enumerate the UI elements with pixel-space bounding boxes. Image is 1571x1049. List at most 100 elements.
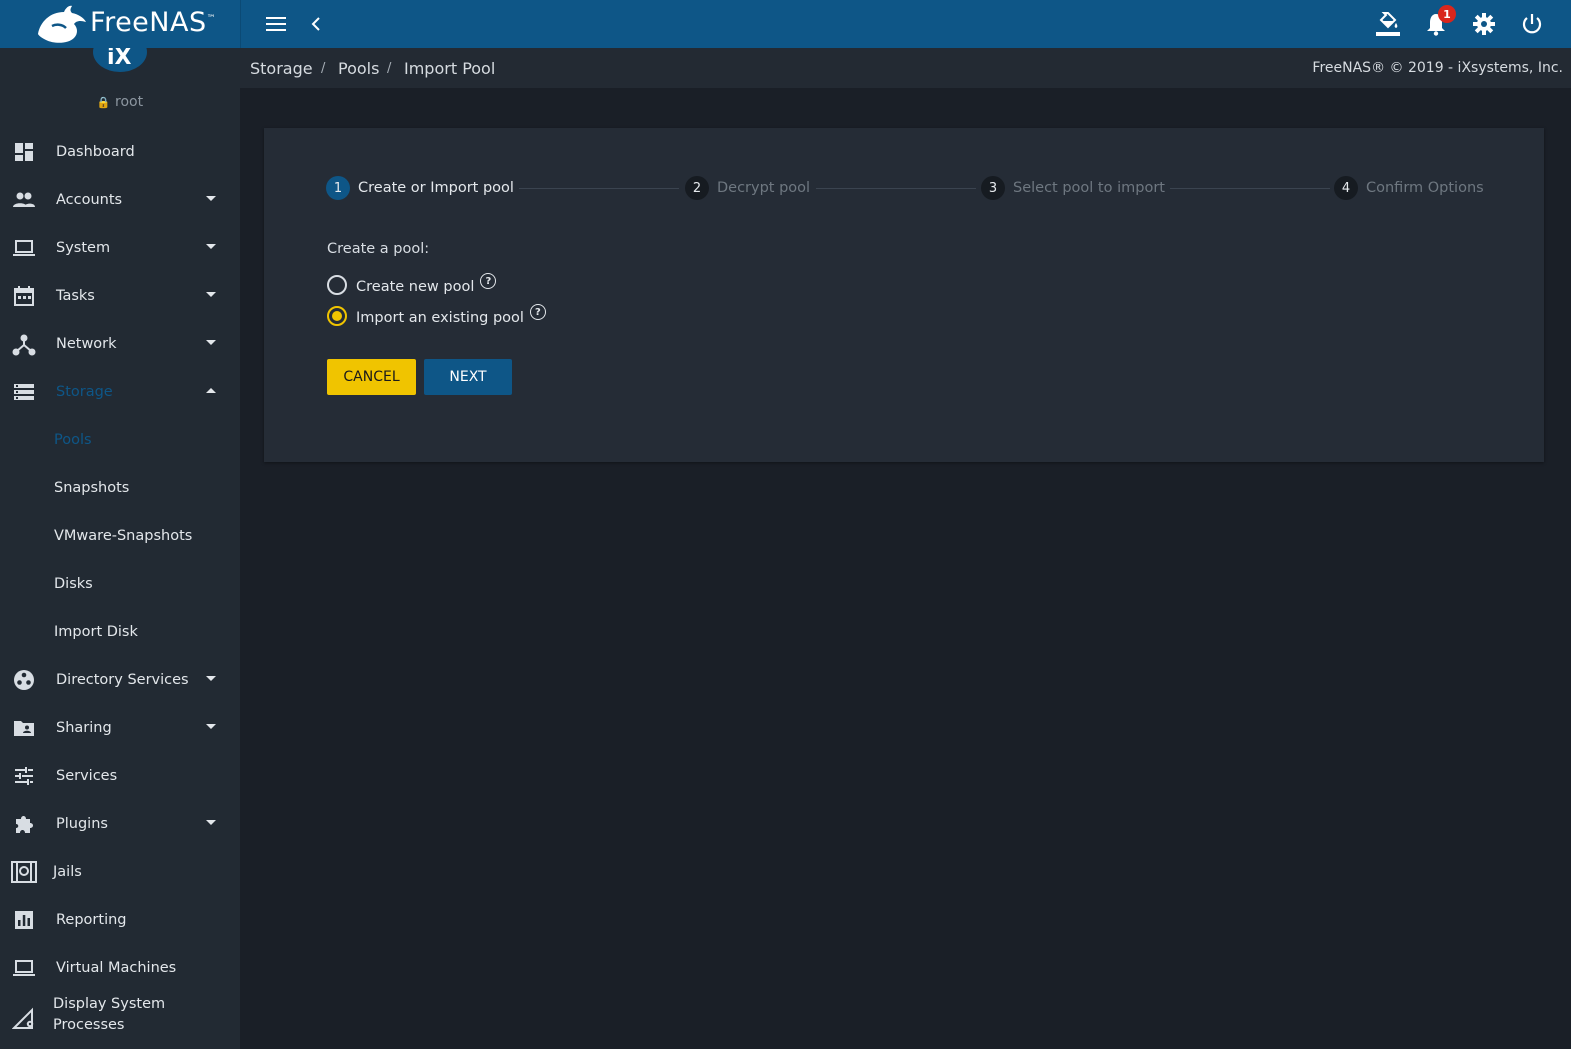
breadcrumb-import-pool: Import Pool (404, 59, 496, 78)
gear-icon (1473, 13, 1495, 35)
sidebar-item-reporting[interactable]: Reporting (0, 896, 240, 944)
breadcrumb-separator: / (321, 61, 326, 76)
processes-icon (12, 1007, 34, 1029)
radio-button[interactable] (327, 306, 347, 326)
caret-down-icon (206, 244, 216, 249)
freenas-shark-logo-icon (38, 5, 86, 43)
ix-avatar-icon[interactable]: iX (92, 48, 148, 74)
sidebar-item-directory-services[interactable]: Directory Services (0, 656, 240, 704)
laptop-icon (13, 240, 35, 256)
sidebar-subitem-pools[interactable]: Pools (0, 416, 240, 464)
step-label: Confirm Options (1366, 180, 1484, 196)
help-icon[interactable]: ? (480, 273, 497, 289)
cancel-button[interactable]: CANCEL (327, 359, 416, 395)
step-number: 2 (685, 176, 709, 200)
settings-button[interactable] (1470, 10, 1498, 38)
breadcrumb-storage[interactable]: Storage (250, 59, 313, 78)
sidebar-item-plugins[interactable]: Plugins (0, 800, 240, 848)
sidebar-subitem-label: VMware-Snapshots (54, 528, 193, 544)
stepper-connector (816, 188, 976, 189)
wizard-step-4[interactable]: 4 Confirm Options (1334, 176, 1484, 200)
laptop-icon (13, 960, 35, 976)
wizard-step-1[interactable]: 1 Create or Import pool (326, 176, 514, 200)
tune-icon (15, 767, 33, 785)
stepper-connector (519, 188, 679, 189)
lock-icon: 🔒 (96, 96, 111, 109)
radio-button[interactable] (327, 275, 347, 295)
sidebar-item-label: Display System Processes (53, 996, 166, 1033)
storage-icon (14, 384, 34, 400)
collapse-sidebar-button[interactable] (302, 10, 330, 38)
notification-count-badge[interactable]: 1 (1438, 5, 1456, 23)
sidebar-item-accounts[interactable]: Accounts (0, 176, 240, 224)
sidebar-item-label: Plugins (56, 816, 108, 832)
sidebar-subitem-snapshots[interactable]: Snapshots (0, 464, 240, 512)
current-user: 🔒 root (0, 94, 240, 110)
sidebar-item-label: Jails (53, 864, 82, 880)
svg-text:iX: iX (107, 48, 132, 70)
radio-label: Create new pool (356, 279, 475, 295)
next-button[interactable]: NEXT (424, 359, 512, 395)
sidebar-item-system[interactable]: System (0, 224, 240, 272)
breadcrumb-bar: Storage / Pools / Import Pool FreeNAS® ©… (240, 48, 1571, 88)
sidebar-item-label: Services (56, 768, 118, 784)
create-new-pool-radio[interactable]: Create new pool ? (327, 273, 497, 295)
sidebar: iX 🔒 root Dashboard Accounts System Task… (0, 48, 240, 1049)
menu-toggle-button[interactable] (262, 10, 290, 38)
step-number: 3 (981, 176, 1005, 200)
stepper-connector (1170, 188, 1330, 189)
form-title: Create a pool: (327, 241, 430, 257)
sidebar-subitem-label: Import Disk (54, 624, 138, 640)
caret-down-icon (206, 820, 216, 825)
sidebar-subitem-import-disk[interactable]: Import Disk (0, 608, 240, 656)
caret-down-icon (206, 292, 216, 297)
sidebar-item-sharing[interactable]: Sharing (0, 704, 240, 752)
sidebar-item-label: Tasks (56, 288, 95, 304)
network-icon (12, 334, 36, 356)
sidebar-item-label: System (56, 240, 111, 256)
sidebar-item-label: Network (56, 336, 117, 352)
wizard-step-2[interactable]: 2 Decrypt pool (685, 176, 810, 200)
sidebar-subitem-vmware-snapshots[interactable]: VMware-Snapshots (0, 512, 240, 560)
paint-bucket-icon (1376, 12, 1400, 36)
sidebar-item-display-system-processes[interactable]: Display System Processes (0, 992, 240, 1044)
sidebar-item-label: Virtual Machines (56, 960, 177, 976)
import-pool-wizard: 1 Create or Import pool 2 Decrypt pool 3… (264, 128, 1544, 462)
sidebar-item-dashboard[interactable]: Dashboard (0, 128, 240, 176)
sidebar-item-virtual-machines[interactable]: Virtual Machines (0, 944, 240, 992)
sidebar-item-tasks[interactable]: Tasks (0, 272, 240, 320)
puzzle-icon (16, 816, 33, 833)
sidebar-subitem-label: Disks (54, 576, 93, 592)
sidebar-item-network[interactable]: Network (0, 320, 240, 368)
folder-shared-icon (14, 721, 34, 736)
sidebar-subitem-label: Pools (54, 432, 92, 448)
sidebar-item-jails[interactable]: Jails (0, 848, 240, 896)
chevron-left-icon (311, 17, 320, 31)
brand-name: FreeNAS™ (90, 7, 217, 38)
power-button[interactable] (1518, 10, 1546, 38)
theme-button[interactable] (1374, 10, 1402, 38)
sidebar-subitem-disks[interactable]: Disks (0, 560, 240, 608)
help-icon[interactable]: ? (529, 304, 546, 320)
sidebar-item-label: Directory Services (56, 672, 189, 688)
import-existing-pool-radio[interactable]: Import an existing pool ? (327, 304, 546, 326)
caret-up-icon (206, 388, 216, 393)
radio-label: Import an existing pool (356, 310, 524, 326)
directory-icon (14, 670, 34, 690)
sidebar-subitem-label: Snapshots (54, 480, 130, 496)
step-label: Decrypt pool (717, 180, 811, 196)
breadcrumb-pools[interactable]: Pools (338, 59, 379, 78)
caret-down-icon (206, 196, 216, 201)
step-number: 1 (326, 176, 350, 200)
caret-down-icon (206, 340, 216, 345)
logo-area: FreeNAS™ (0, 0, 241, 48)
wizard-step-3[interactable]: 3 Select pool to import (981, 176, 1165, 200)
sidebar-item-storage[interactable]: Storage (0, 368, 240, 416)
dashboard-icon (15, 143, 33, 161)
caret-down-icon (206, 676, 216, 681)
calendar-icon (14, 286, 34, 306)
step-number: 4 (1334, 176, 1358, 200)
step-label: Create or Import pool (358, 180, 514, 196)
sidebar-item-label: Reporting (56, 912, 127, 928)
sidebar-item-services[interactable]: Services (0, 752, 240, 800)
